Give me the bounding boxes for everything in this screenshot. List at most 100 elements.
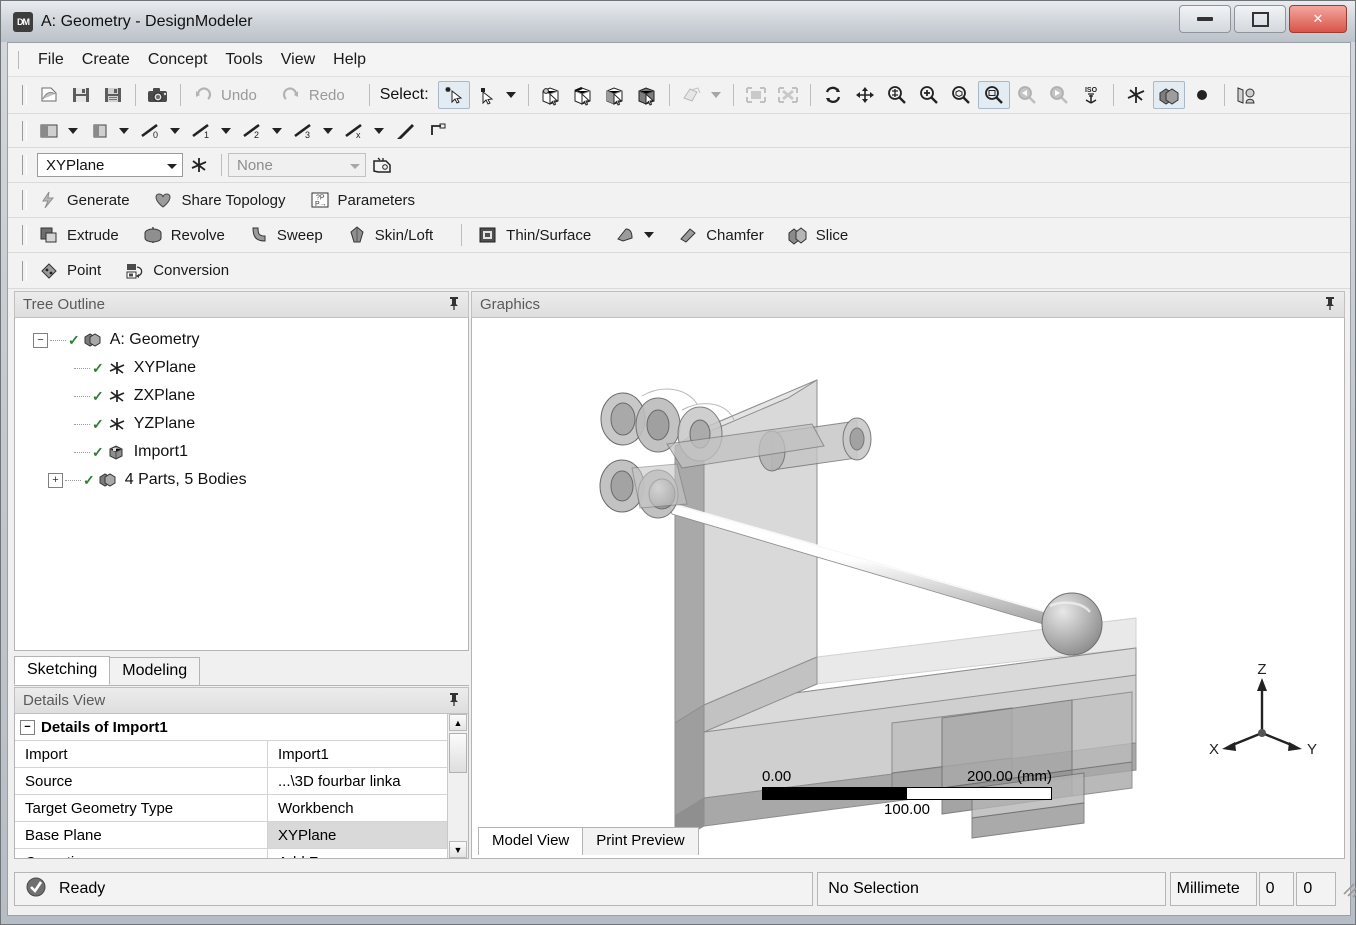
scroll-up-icon[interactable]: ▲ (449, 714, 467, 731)
tree-node-xyplane[interactable]: ✓ XYPlane (15, 354, 468, 382)
generate-button[interactable]: Generate (33, 187, 142, 213)
details-value[interactable]: XYPlane (268, 822, 447, 848)
tab-modeling[interactable]: Modeling (109, 657, 200, 685)
pin-icon[interactable] (1324, 296, 1336, 314)
point-button[interactable]: Point (33, 258, 113, 284)
collapse-icon[interactable]: − (20, 720, 35, 735)
select-vertex-icon[interactable] (536, 82, 566, 108)
details-value[interactable]: Import1 (268, 741, 447, 767)
menu-help[interactable]: Help (324, 48, 375, 72)
box-zoom-icon[interactable] (978, 81, 1010, 109)
sketch-selector[interactable]: None (228, 153, 366, 177)
select-body-icon[interactable] (632, 82, 662, 108)
details-value[interactable]: Workbench (268, 795, 447, 821)
zoom-in-icon[interactable] (914, 82, 944, 108)
share-topology-button[interactable]: Share Topology (148, 187, 298, 213)
tree-node-zxplane[interactable]: ✓ ZXPlane (15, 382, 468, 410)
extrude-button[interactable]: Extrude (33, 222, 131, 248)
toolbar-grip[interactable] (22, 225, 27, 245)
maximize-button[interactable] (1234, 5, 1286, 33)
menu-file[interactable]: File (29, 48, 73, 72)
tab-sketching[interactable]: Sketching (14, 656, 110, 685)
expander-icon[interactable]: + (48, 473, 63, 488)
rotate-icon[interactable] (818, 82, 848, 108)
table-row[interactable]: Target Geometry Type Workbench (15, 795, 447, 822)
slice-button[interactable]: Slice (782, 222, 861, 248)
graphics-viewport[interactable]: 0.00 200.00 (mm) 100.00 Z (471, 318, 1345, 859)
details-scrollbar[interactable]: ▲ ▼ (447, 714, 468, 858)
tree-outline-body[interactable]: − ✓ A: Geometry ✓ (14, 318, 469, 651)
sketch-level-3-button[interactable]: 3 (288, 118, 333, 144)
chamfer-button[interactable]: Chamfer (672, 222, 776, 248)
tree-node-parts-bodies[interactable]: + ✓ 4 Parts, 5 Bodies (15, 466, 468, 494)
iso-view-icon[interactable]: ISO (1076, 82, 1106, 108)
tab-model-view[interactable]: Model View (478, 827, 583, 855)
scroll-down-icon[interactable]: ▼ (449, 841, 467, 858)
tree-node-geometry[interactable]: − ✓ A: Geometry (15, 326, 468, 354)
conversion-button[interactable]: Conversion (119, 258, 241, 284)
parameters-button[interactable]: ?PP→ Parameters (304, 187, 428, 213)
table-row[interactable]: Operation Add Frozen (15, 849, 447, 858)
look-at-icon[interactable] (1232, 82, 1262, 108)
plane-selector[interactable]: XYPlane (37, 153, 183, 177)
screenshot-icon[interactable] (143, 82, 173, 108)
blend-button[interactable] (609, 222, 666, 248)
tree-node-yzplane[interactable]: ✓ YZPlane (15, 410, 468, 438)
select-mode-button[interactable] (471, 82, 516, 108)
zoom-to-fit-icon[interactable] (946, 82, 976, 108)
pin-icon[interactable] (448, 692, 460, 710)
box-deselect-icon[interactable] (773, 82, 803, 108)
select-edge-icon[interactable] (568, 82, 598, 108)
toolbar-grip[interactable] (22, 85, 27, 105)
tree-node-import1[interactable]: ✓ Import1 (15, 438, 468, 466)
toolbar-grip[interactable] (22, 155, 27, 175)
scrollbar-thumb[interactable] (449, 733, 467, 773)
save-as-icon[interactable] (98, 82, 128, 108)
sketch-level-0-button[interactable]: 0 (135, 118, 180, 144)
menu-concept[interactable]: Concept (139, 48, 217, 72)
minimize-button[interactable] (1179, 5, 1231, 33)
point-display-icon[interactable] (1187, 82, 1217, 108)
new-plane-icon[interactable] (391, 118, 421, 144)
select-single-icon[interactable] (438, 81, 470, 109)
close-button[interactable]: ✕ (1289, 5, 1347, 33)
toolbar-grip[interactable] (22, 121, 27, 141)
select-face-icon[interactable] (600, 82, 630, 108)
new-plane-icon[interactable] (184, 152, 214, 178)
resize-grip-icon[interactable] (1340, 880, 1356, 898)
next-view-icon[interactable] (1044, 82, 1074, 108)
details-value[interactable]: ...\3D fourbar linka (268, 768, 447, 794)
box-select-icon[interactable] (741, 82, 771, 108)
thin-surface-button[interactable]: Thin/Surface (472, 222, 603, 248)
table-row[interactable]: Source ...\3D fourbar linka (15, 768, 447, 795)
revolve-button[interactable]: Revolve (137, 222, 237, 248)
sketch-level-1-button[interactable]: 1 (186, 118, 231, 144)
toolbar-grip[interactable] (22, 190, 27, 210)
new-sketch-icon[interactable] (423, 118, 453, 144)
previous-view-icon[interactable] (1012, 82, 1042, 108)
body-display-icon[interactable] (1153, 81, 1185, 109)
expander-icon[interactable]: − (33, 333, 48, 348)
new-icon[interactable] (34, 82, 64, 108)
details-value[interactable]: Add Frozen (268, 849, 447, 858)
plane-icon[interactable] (1121, 82, 1151, 108)
menu-create[interactable]: Create (73, 48, 139, 72)
table-row[interactable]: Base Plane XYPlane (15, 822, 447, 849)
pan-icon[interactable] (850, 82, 880, 108)
redo-button[interactable]: Redo (275, 82, 357, 108)
tab-print-preview[interactable]: Print Preview (582, 827, 698, 855)
save-icon[interactable] (66, 82, 96, 108)
sweep-button[interactable]: Sweep (243, 222, 335, 248)
toolbar-grip[interactable] (22, 261, 27, 281)
extend-selection-button[interactable] (676, 82, 721, 108)
display-plane-button[interactable] (33, 118, 78, 144)
coordinate-triad[interactable]: Z X Y (1202, 658, 1322, 763)
menu-tools[interactable]: Tools (216, 48, 271, 72)
pin-icon[interactable] (448, 296, 460, 314)
zoom-icon[interactable] (882, 82, 912, 108)
display-model-button[interactable] (84, 118, 129, 144)
sketch-level-2-button[interactable]: 2 (237, 118, 282, 144)
skin-loft-button[interactable]: Skin/Loft (341, 222, 445, 248)
menu-view[interactable]: View (272, 48, 324, 72)
details-group-header[interactable]: − Details of Import1 (15, 714, 447, 741)
